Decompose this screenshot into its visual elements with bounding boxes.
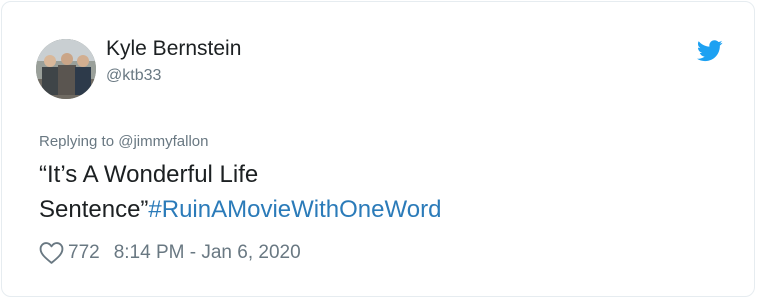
avatar-photo [36,39,96,99]
tweet-text-line-2-text: Sentence” [39,196,149,223]
tweet-meta: 772 8:14 PM - Jan 6, 2020 [39,239,301,267]
replying-to-prefix: Replying to [39,133,115,150]
replying-to: Replying to @jimmyfallon [39,133,208,150]
tweet-timestamp[interactable]: 8:14 PM - Jan 6, 2020 [114,242,301,264]
heart-icon[interactable] [39,241,64,265]
tweet-text-line-2: Sentence”#RuinAMovieWithOneWord [39,192,679,227]
tweet-text-line-1: “It’s A Wonderful Life [39,161,259,188]
author-display-name[interactable]: Kyle Bernstein [106,37,241,61]
avatar[interactable] [36,39,96,99]
twitter-bird-icon[interactable] [697,39,723,63]
replying-to-handle[interactable]: @jimmyfallon [118,133,208,150]
author-handle[interactable]: @ktb33 [106,67,161,85]
tweet-text: “It’s A Wonderful Life Sentence”#RuinAMo… [39,157,679,227]
hashtag-link[interactable]: #RuinAMovieWithOneWord [148,196,441,223]
like-count: 772 [68,242,100,263]
tweet-card: Kyle Bernstein @ktb33 Replying to @jimmy… [1,1,755,297]
